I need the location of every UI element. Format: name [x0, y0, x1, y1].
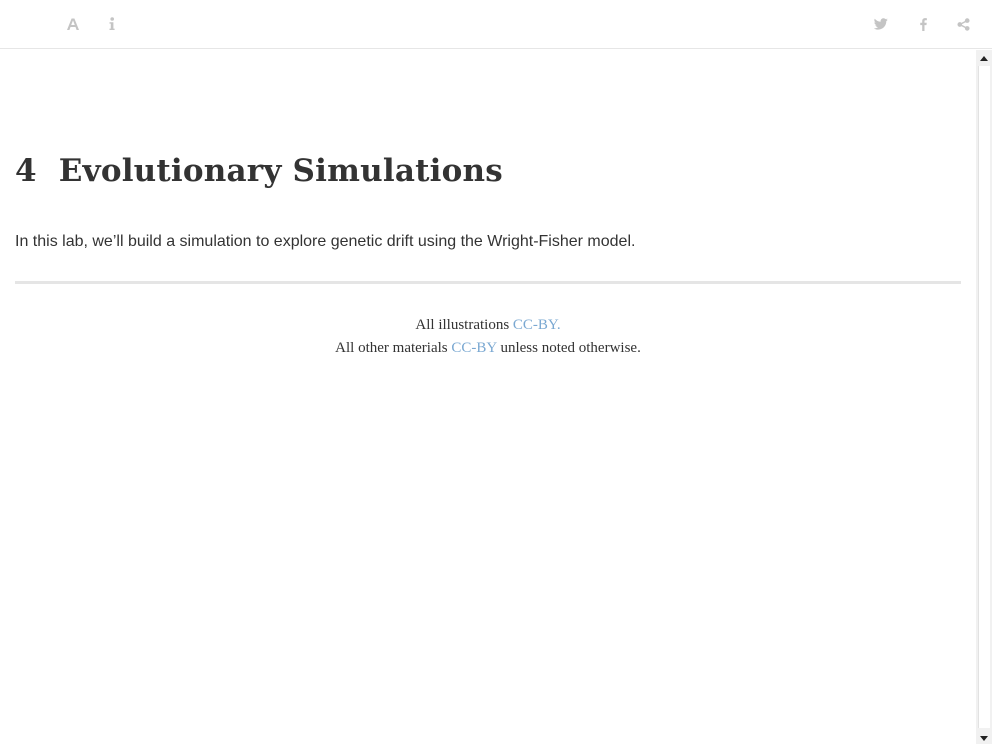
info-icon — [108, 17, 116, 31]
scroll-down-arrow-icon — [980, 728, 988, 746]
chapter-number: 4 — [15, 153, 37, 189]
toolbar — [0, 0, 992, 49]
scroll-thumb[interactable] — [978, 66, 990, 728]
scroll-down-button[interactable] — [976, 730, 992, 744]
share-icon — [956, 17, 970, 31]
twitter-share-button[interactable] — [869, 12, 893, 36]
illustrations-license-line: All illustrations CC-BY. — [15, 314, 961, 337]
facebook-icon — [919, 17, 927, 31]
font-settings-button[interactable] — [61, 12, 85, 36]
license-footer: All illustrations CC-BY. All other mater… — [15, 314, 961, 360]
facebook-share-button[interactable] — [911, 12, 935, 36]
font-settings-icon — [66, 17, 80, 31]
twitter-icon — [874, 18, 888, 30]
scroll-up-arrow-icon — [980, 48, 988, 66]
chapter-title-text: Evolutionary Simulations — [58, 153, 503, 189]
illustrations-license-text: All illustrations — [415, 317, 513, 333]
materials-license-suffix: unless noted otherwise. — [496, 340, 641, 356]
illustrations-license-link[interactable]: CC-BY. — [513, 317, 561, 333]
share-button[interactable] — [951, 12, 975, 36]
book-body: 4 Evolutionary Simulations In this lab, w… — [0, 50, 976, 744]
materials-license-text: All other materials — [335, 340, 452, 356]
chapter-intro: In this lab, we’ll build a simulation to… — [15, 233, 636, 250]
vertical-scrollbar[interactable] — [976, 50, 992, 744]
scroll-up-button[interactable] — [976, 50, 992, 64]
footer-divider — [15, 281, 961, 284]
materials-license-link[interactable]: CC-BY — [451, 340, 496, 356]
materials-license-line: All other materials CC-BY unless noted o… — [15, 337, 961, 360]
info-button[interactable] — [100, 12, 124, 36]
chapter-title: 4 Evolutionary Simulations — [15, 153, 503, 189]
